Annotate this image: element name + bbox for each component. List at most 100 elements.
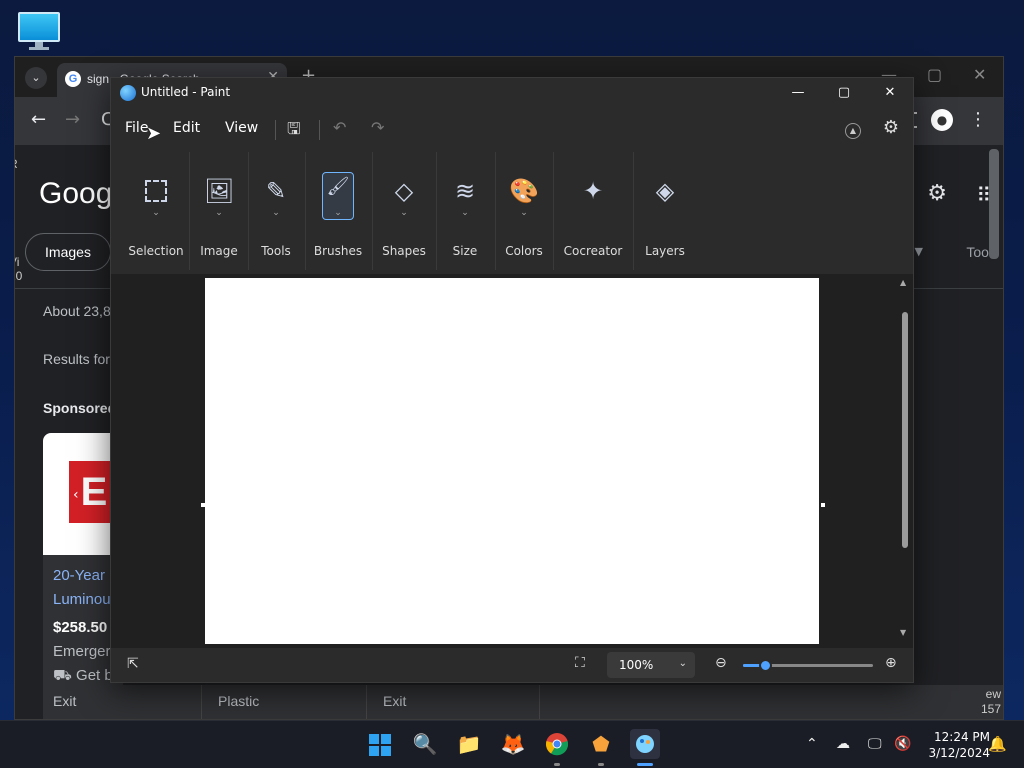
cursor-position-icon: ⇱: [127, 656, 139, 672]
chevron-up-icon[interactable]: ⌃: [806, 736, 818, 752]
fit-to-window-icon[interactable]: ⛶: [575, 655, 585, 671]
zoom-value: 100%: [619, 658, 654, 672]
onedrive-icon[interactable]: ☁: [836, 736, 850, 752]
sparkle-icon: ✦: [582, 177, 604, 205]
running-indicator: [598, 763, 604, 766]
page-scrollbar[interactable]: [989, 149, 999, 259]
file-explorer-icon[interactable]: 📁: [454, 729, 484, 759]
forward-button[interactable]: →: [65, 109, 80, 130]
redo-icon[interactable]: ↷: [371, 118, 384, 137]
firefox-icon[interactable]: 🦊: [498, 729, 528, 759]
resize-handle-right[interactable]: [821, 503, 825, 507]
ribbon-shapes[interactable]: ◇ ⌄ Shapes: [375, 154, 433, 268]
chevron-down-icon[interactable]: ▼: [915, 245, 923, 258]
start-icon[interactable]: [369, 734, 391, 756]
undo-icon[interactable]: ↶: [333, 118, 346, 137]
ribbon-label: Shapes: [382, 244, 426, 258]
volume-muted-icon[interactable]: 🔇: [894, 736, 911, 752]
view-menu[interactable]: View: [225, 120, 258, 136]
save-icon[interactable]: 🖫: [287, 118, 301, 145]
paint-window: Untitled - Paint — ▢ ✕ File Edit View 🖫 …: [110, 77, 914, 683]
delivery-text: Get b: [76, 667, 113, 684]
back-button[interactable]: ←: [31, 109, 46, 130]
minimize-button[interactable]: —: [783, 82, 813, 104]
side-note: ew: [985, 687, 1001, 701]
app-icon[interactable]: ⬟: [586, 729, 616, 759]
scrollbar-thumb[interactable]: [902, 312, 908, 548]
product-title[interactable]: 20-Year: [53, 567, 105, 584]
chrome-icon[interactable]: [542, 729, 572, 759]
paint-icon[interactable]: [630, 729, 660, 759]
maximize-button[interactable]: ▢: [829, 82, 859, 104]
ribbon: ⌄ Selection 🖼 ⌄ Image ✎ ⌄ Tools 🖌 ⌄ Brus…: [111, 148, 913, 274]
shapes-icon: ◇: [394, 177, 414, 205]
divider: [539, 685, 540, 719]
ribbon-label: Selection: [128, 244, 184, 258]
divider: [553, 152, 554, 270]
divider: [189, 152, 190, 270]
chevron-down-icon: ⌄: [678, 658, 687, 669]
side-note: 157: [980, 702, 1001, 716]
google-logo[interactable]: Goog: [39, 177, 112, 211]
side-label: 20: [15, 269, 23, 283]
truck-icon: ⛟: [53, 667, 77, 684]
chrome-menu-icon[interactable]: ⋮: [969, 109, 987, 130]
ribbon-label: Size: [452, 244, 478, 258]
paint-title-bar[interactable]: Untitled - Paint — ▢ ✕: [111, 78, 913, 108]
images-filter-chip[interactable]: Images: [25, 233, 111, 271]
drawing-canvas[interactable]: [205, 278, 819, 644]
clock[interactable]: 12:24 PM 3/12/2024: [920, 729, 990, 761]
chevron-down-icon: ⌄: [520, 208, 528, 218]
ribbon-size[interactable]: ≋ ⌄ Size: [437, 154, 493, 268]
ribbon-label: Layers: [645, 244, 685, 258]
chevron-down-icon: ⌄: [272, 208, 280, 218]
zoom-in-icon[interactable]: ⊕: [885, 655, 897, 671]
ribbon-tools[interactable]: ✎ ⌄ Tools: [251, 154, 301, 268]
scroll-up-icon[interactable]: ▲: [900, 278, 906, 287]
zoom-slider[interactable]: [743, 659, 873, 672]
product-category: Exit: [383, 693, 407, 709]
zoom-dropdown[interactable]: 100% ⌄: [607, 652, 695, 678]
window-title: Untitled - Paint: [141, 85, 231, 99]
result-count: About 23,8: [43, 303, 111, 319]
close-button[interactable]: ✕: [875, 82, 905, 104]
canvas-scrollbar[interactable]: ▲ ▼: [900, 276, 909, 638]
divider: [372, 152, 373, 270]
ribbon-image[interactable]: 🖼 ⌄ Image: [191, 154, 247, 268]
product-title-line2[interactable]: Luminou: [53, 591, 111, 608]
results-for-text: Results for: [43, 351, 110, 367]
search-icon[interactable]: 🔍: [410, 729, 440, 759]
zoom-slider-knob[interactable]: [759, 659, 773, 672]
scroll-down-icon[interactable]: ▼: [900, 628, 906, 637]
account-icon[interactable]: ▲: [845, 123, 861, 139]
ribbon-selection[interactable]: ⌄ Selection: [121, 154, 191, 268]
settings-gear-icon[interactable]: ⚙: [927, 181, 947, 206]
divider: [275, 120, 276, 140]
resize-handle-left[interactable]: [201, 503, 205, 507]
settings-gear-icon[interactable]: ⚙: [883, 117, 899, 138]
chrome-maximize-button[interactable]: ▢: [927, 65, 942, 84]
layers-icon: ◈: [655, 177, 675, 205]
side-label: Vi: [15, 255, 20, 269]
profile-avatar[interactable]: ●: [931, 109, 953, 131]
ribbon-layers[interactable]: ◈ Layers: [637, 154, 693, 268]
tab-search-chevron-icon[interactable]: ⌄: [25, 67, 47, 89]
ribbon-label: Image: [200, 244, 238, 258]
ribbon-label: Cocreator: [563, 244, 623, 258]
side-label: R: [15, 157, 18, 171]
ribbon-cocreator[interactable]: ✦ Cocreator: [557, 154, 629, 268]
chrome-close-button[interactable]: ✕: [973, 65, 986, 84]
ribbon-colors[interactable]: 🎨 ⌄ Colors: [497, 154, 551, 268]
product-category: Exit: [53, 693, 77, 709]
ribbon-brushes[interactable]: 🖌 ⌄ Brushes: [309, 154, 367, 268]
running-indicator: [554, 763, 560, 766]
file-menu[interactable]: File: [125, 120, 148, 136]
edit-menu[interactable]: Edit: [173, 120, 200, 136]
chevron-down-icon: ⌄: [461, 208, 469, 218]
paint-logo-icon: [120, 85, 136, 101]
size-icon: ≋: [454, 177, 476, 205]
network-icon[interactable]: 🖵: [868, 736, 882, 752]
zoom-out-icon[interactable]: ⊖: [715, 655, 727, 671]
this-pc-desktop-icon[interactable]: [18, 12, 60, 50]
notification-bell-icon[interactable]: 🔔: [988, 735, 1007, 753]
